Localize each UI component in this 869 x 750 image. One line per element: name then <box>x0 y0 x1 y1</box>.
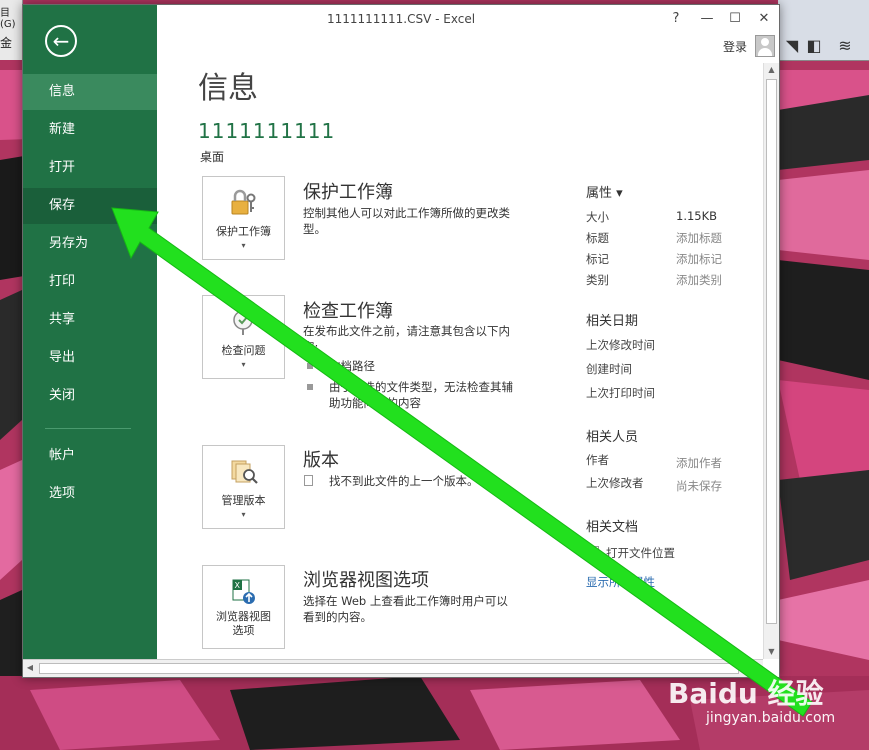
related-docs-heading: 相关文档 <box>586 520 639 535</box>
person-value-last-modified-by: 尚未保存 <box>676 479 722 493</box>
sidebar-item-close[interactable]: 关闭 <box>23 378 157 414</box>
protect-heading: 保护工作簿 <box>303 182 393 203</box>
sidebar-item-account[interactable]: 帐户 <box>23 438 157 474</box>
info-content: 信息 1111111111 桌面 保护工作簿 ▾ 保护工作簿 控制其他人可以对此… <box>157 5 763 659</box>
person-value-author[interactable]: 添加作者 <box>676 455 722 471</box>
inspect-heading: 检查工作簿 <box>303 301 393 322</box>
person-key-author: 作者 <box>586 453 609 467</box>
inspect-tile-label: 检查问题 <box>221 344 266 357</box>
folder-icon <box>589 546 599 556</box>
date-last-modified: 上次修改时间 <box>586 338 655 352</box>
versions-heading: 版本 <box>303 450 339 471</box>
sidebar-item-export[interactable]: 导出 <box>23 340 157 376</box>
prop-key-size: 大小 <box>586 210 609 224</box>
sidebar-item-new[interactable]: 新建 <box>23 112 157 148</box>
background-menu-fragment: 目(G) <box>0 8 16 30</box>
scroll-left-icon[interactable]: ◀ <box>23 660 37 676</box>
sidebar-divider <box>45 428 131 429</box>
chevron-down-icon: ▾ <box>241 241 246 250</box>
background-toolbar-strip: ◥ ◧ ≋ <box>778 0 869 61</box>
check-issues-button[interactable]: 检查问题 ▾ <box>202 295 285 379</box>
prop-value-tags[interactable]: 添加标记 <box>676 251 722 267</box>
sidebar-item-save-as[interactable]: 另存为 <box>23 226 157 262</box>
date-last-printed: 上次打印时间 <box>586 386 655 400</box>
browser-view-options-button[interactable]: X 浏览器视图 选项 <box>202 565 285 649</box>
related-dates-heading: 相关日期 <box>586 314 639 329</box>
chevron-down-icon: ▾ <box>241 360 246 369</box>
browser-description: 选择在 Web 上查看此工作簿时用户可以看到的内容。 <box>303 594 508 624</box>
prop-value-size: 1.15KB <box>676 209 718 223</box>
file-location: 桌面 <box>200 150 225 164</box>
excel-backstage-window: ← 信息 新建 打开 保存 另存为 打印 共享 导出 关闭 帐户 选项 1111… <box>22 4 780 678</box>
inspect-document-icon <box>233 310 253 335</box>
horizontal-scroll-thumb[interactable] <box>39 663 739 674</box>
versions-tile-label: 管理版本 <box>221 494 266 507</box>
sidebar-item-save[interactable]: 保存 <box>23 188 157 224</box>
eraser-icon: ◧ <box>806 35 822 55</box>
sidebar-item-info[interactable]: 信息 <box>23 74 157 110</box>
vertical-scroll-thumb[interactable] <box>766 79 777 624</box>
svg-text:X: X <box>235 581 241 590</box>
prop-value-category[interactable]: 添加类别 <box>676 272 722 288</box>
inspect-bullet-accessibility: 由于所选的文件类型，无法检查其辅助功能问题的内容 <box>329 380 513 410</box>
scroll-up-icon[interactable]: ▲ <box>764 63 779 77</box>
prop-key-category: 类别 <box>586 273 609 287</box>
ribbon-shape-icon: ◥ <box>785 35 799 55</box>
baidu-jingyan-watermark: Baidu 经验 <box>668 677 824 710</box>
document-icon <box>304 475 313 486</box>
date-created: 创建时间 <box>586 362 632 376</box>
manage-versions-button[interactable]: 管理版本 ▾ <box>202 445 285 529</box>
excel-web-icon: X <box>232 579 255 604</box>
show-all-properties-link[interactable]: 显示所有属性 <box>586 574 655 590</box>
lock-key-icon <box>231 189 256 215</box>
sidebar-item-open[interactable]: 打开 <box>23 150 157 186</box>
chevron-down-icon: ▾ <box>241 510 246 519</box>
related-people-heading: 相关人员 <box>586 430 639 445</box>
protect-description: 控制其他人可以对此工作簿所做的更改类型。 <box>303 206 510 236</box>
backstage-sidebar: ← 信息 新建 打开 保存 另存为 打印 共享 导出 关闭 帐户 选项 <box>23 5 157 659</box>
watermark-url: jingyan.baidu.com <box>706 710 836 726</box>
properties-heading[interactable]: 属性 ▾ <box>586 182 623 201</box>
protect-tile-label: 保护工作簿 <box>216 225 271 238</box>
protect-workbook-button[interactable]: 保护工作簿 ▾ <box>202 176 285 260</box>
sidebar-item-share[interactable]: 共享 <box>23 302 157 338</box>
person-key-last-modified-by: 上次修改者 <box>586 476 644 490</box>
open-file-location-link[interactable]: 打开文件位置 <box>606 545 675 561</box>
inspect-description: 在发布此文件之前，请注意其包含以下内容: <box>303 324 510 354</box>
browser-heading: 浏览器视图选项 <box>303 570 429 591</box>
browser-tile-label-line2: 选项 <box>232 624 255 637</box>
versions-search-icon <box>231 460 258 484</box>
sidebar-item-print[interactable]: 打印 <box>23 264 157 300</box>
scroll-down-icon[interactable]: ▼ <box>764 645 779 659</box>
inspect-bullet-path: 文档路径 <box>329 359 375 373</box>
prop-value-title[interactable]: 添加标题 <box>676 230 722 246</box>
horizontal-scrollbar[interactable]: ◀ ▶ <box>23 659 763 677</box>
file-name: 1111111111 <box>198 119 336 143</box>
prop-key-tags: 标记 <box>586 252 609 266</box>
background-cell-fragment: 金 <box>0 36 13 50</box>
prop-key-title: 标题 <box>586 231 609 245</box>
page-title: 信息 <box>198 71 258 106</box>
sidebar-item-options[interactable]: 选项 <box>23 476 157 512</box>
bullet-marker <box>307 363 313 369</box>
layers-icon: ≋ <box>838 35 852 55</box>
bullet-marker <box>307 384 313 390</box>
vertical-scrollbar[interactable]: ▲ ▼ <box>763 63 779 659</box>
versions-description: 找不到此文件的上一个版本。 <box>329 474 479 488</box>
background-excel-fragment: 目(G) 金 <box>0 0 23 60</box>
back-arrow-icon[interactable]: ← <box>45 25 77 57</box>
browser-tile-label-line1: 浏览器视图 <box>216 610 271 623</box>
